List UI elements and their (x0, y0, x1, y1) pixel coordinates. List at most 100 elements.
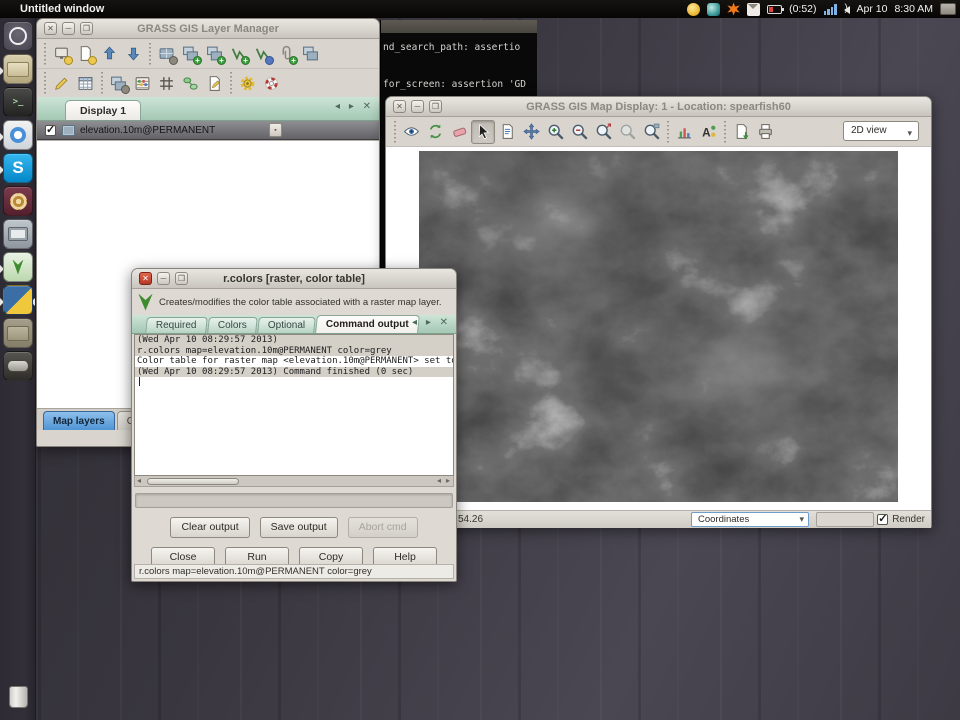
minimize-icon[interactable]: ─ (157, 272, 170, 285)
launcher-python[interactable] (3, 285, 33, 315)
launcher-terminal[interactable]: >_ (3, 87, 33, 117)
network-signal-icon[interactable] (824, 4, 837, 15)
notification-burst-icon[interactable] (727, 3, 740, 16)
raster-calculator-icon[interactable] (130, 71, 154, 95)
add-multiple-layers-icon[interactable] (154, 42, 178, 66)
scroll-left-icon[interactable]: ◂ (137, 476, 141, 485)
scroll-right-icon[interactable]: ▸ (446, 476, 450, 485)
abort-cmd-button[interactable]: Abort cmd (348, 517, 418, 538)
add-raster-icon[interactable]: + (178, 42, 202, 66)
show-display-icon[interactable] (399, 120, 423, 144)
close-icon[interactable]: ✕ (393, 100, 406, 113)
launcher-screenshot-tool[interactable] (3, 219, 33, 249)
zoom-extent-icon[interactable] (591, 120, 615, 144)
maximize-icon[interactable]: ❒ (80, 22, 93, 35)
add-web-service-icon[interactable]: + (274, 42, 298, 66)
close-icon[interactable]: ✕ (139, 272, 152, 285)
launcher-dash-home[interactable] (3, 21, 33, 51)
tab-optional[interactable]: Optional (257, 317, 316, 333)
map-display-window[interactable]: ✕ ─ ❒ GRASS GIS Map Display: 1 - Locatio… (385, 96, 932, 528)
statusbar-mode-select[interactable]: Coordinates ▾ (691, 512, 809, 527)
add-overlay-icon[interactable] (696, 120, 720, 144)
render-map-icon[interactable] (423, 120, 447, 144)
output-line: (Wed Apr 10 08:29:57 2013) (135, 335, 453, 346)
tab-colors[interactable]: Colors (207, 317, 258, 333)
layer-checkbox[interactable] (45, 125, 56, 136)
sound-icon[interactable] (844, 6, 850, 14)
new-workspace-icon[interactable] (49, 42, 73, 66)
python-script-icon[interactable] (202, 71, 226, 95)
launcher-disk-utility[interactable] (3, 351, 33, 381)
rcolors-dialog[interactable]: ✕ ─ ❒ r.colors [raster, color table] Cre… (131, 268, 457, 582)
graphical-modeler-icon[interactable] (178, 71, 202, 95)
terminal-titlebar[interactable] (381, 20, 537, 33)
scrollbar-thumb[interactable] (147, 478, 239, 485)
launcher-trash[interactable] (3, 682, 33, 712)
mail-envelope-icon[interactable] (747, 3, 760, 16)
tab-display-1[interactable]: Display 1 (65, 100, 141, 120)
return-zoom-icon[interactable] (615, 120, 639, 144)
edit-vector-icon[interactable] (49, 71, 73, 95)
tab-nav-arrows[interactable]: ◂ ▸ ✕ (412, 317, 451, 328)
close-icon[interactable]: ✕ (44, 22, 57, 35)
add-various-vector-icon[interactable] (250, 42, 274, 66)
view-mode-select[interactable]: 2D view ▾ (843, 121, 919, 141)
zoom-to-map-icon[interactable] (639, 120, 663, 144)
session-menu-icon[interactable] (940, 3, 956, 15)
open-workspace-icon[interactable] (73, 42, 97, 66)
zoom-in-icon[interactable] (543, 120, 567, 144)
launcher-skype[interactable]: S (3, 153, 33, 183)
maximize-icon[interactable]: ❒ (175, 272, 188, 285)
analyze-icon[interactable] (672, 120, 696, 144)
elevation-raster-image[interactable] (419, 151, 898, 502)
map-display-titlebar[interactable]: ✕ ─ ❒ GRASS GIS Map Display: 1 - Locatio… (386, 97, 931, 117)
launcher-system-tool[interactable] (3, 186, 33, 216)
query-icon[interactable] (495, 120, 519, 144)
add-various-raster-icon[interactable]: + (202, 42, 226, 66)
print-display-icon[interactable] (753, 120, 777, 144)
save-workspace-icon[interactable] (121, 42, 145, 66)
layer-row-elevation[interactable]: elevation.10m@PERMANENT ▪ (37, 121, 379, 140)
layer-manager-titlebar[interactable]: ✕ ─ ❒ GRASS GIS Layer Manager (37, 19, 379, 39)
rcolors-titlebar[interactable]: ✕ ─ ❒ r.colors [raster, color table] (132, 269, 456, 289)
output-hscrollbar[interactable]: ◂ ◂ ▸ (134, 476, 454, 487)
erase-display-icon[interactable] (447, 120, 471, 144)
battery-icon[interactable] (767, 5, 782, 14)
launcher-folder[interactable] (3, 318, 33, 348)
render-checkbox[interactable] (877, 514, 888, 525)
scroll-left2-icon[interactable]: ◂ (437, 476, 441, 485)
georectify-icon[interactable] (154, 71, 178, 95)
date-label[interactable]: Apr 10 (857, 3, 888, 15)
time-label[interactable]: 8:30 AM (894, 3, 933, 15)
add-vector-icon[interactable]: + (226, 42, 250, 66)
launcher-grass-gis[interactable] (3, 252, 33, 282)
map-canvas[interactable] (386, 147, 931, 511)
pan-icon[interactable] (519, 120, 543, 144)
layer-opacity-handle[interactable]: ▪ (269, 123, 282, 137)
maximize-icon[interactable]: ❒ (429, 100, 442, 113)
minimize-icon[interactable]: ─ (411, 100, 424, 113)
tab-required[interactable]: Required (145, 317, 207, 333)
attribute-table-icon[interactable] (73, 71, 97, 95)
add-layer-group-icon[interactable] (106, 71, 130, 95)
weather-icon[interactable] (707, 3, 720, 16)
save-output-button[interactable]: Save output (260, 517, 338, 538)
settings-icon[interactable] (235, 71, 259, 95)
save-display-file-icon[interactable] (729, 120, 753, 144)
help-icon[interactable] (259, 71, 283, 95)
clock-badge-icon[interactable] (687, 3, 700, 16)
command-output-area[interactable]: (Wed Apr 10 08:29:57 2013) r.colors map=… (134, 334, 454, 476)
minimize-icon[interactable]: ─ (62, 22, 75, 35)
tab-command-output[interactable]: Command output (315, 315, 420, 333)
launcher-chromium[interactable] (3, 120, 33, 150)
tab-nav-arrows[interactable]: ◂ ▸ ✕ (335, 101, 374, 112)
zoom-out-icon[interactable] (567, 120, 591, 144)
raster-layer-icon (62, 125, 75, 136)
launcher-files[interactable] (3, 54, 33, 84)
tab-map-layers[interactable]: Map layers (43, 411, 115, 430)
pointer-icon[interactable] (471, 120, 495, 144)
clear-output-button[interactable]: Clear output (170, 517, 249, 538)
skype-glyph: S (12, 158, 23, 178)
add-group-icon[interactable] (298, 42, 322, 66)
load-workspace-icon[interactable] (97, 42, 121, 66)
